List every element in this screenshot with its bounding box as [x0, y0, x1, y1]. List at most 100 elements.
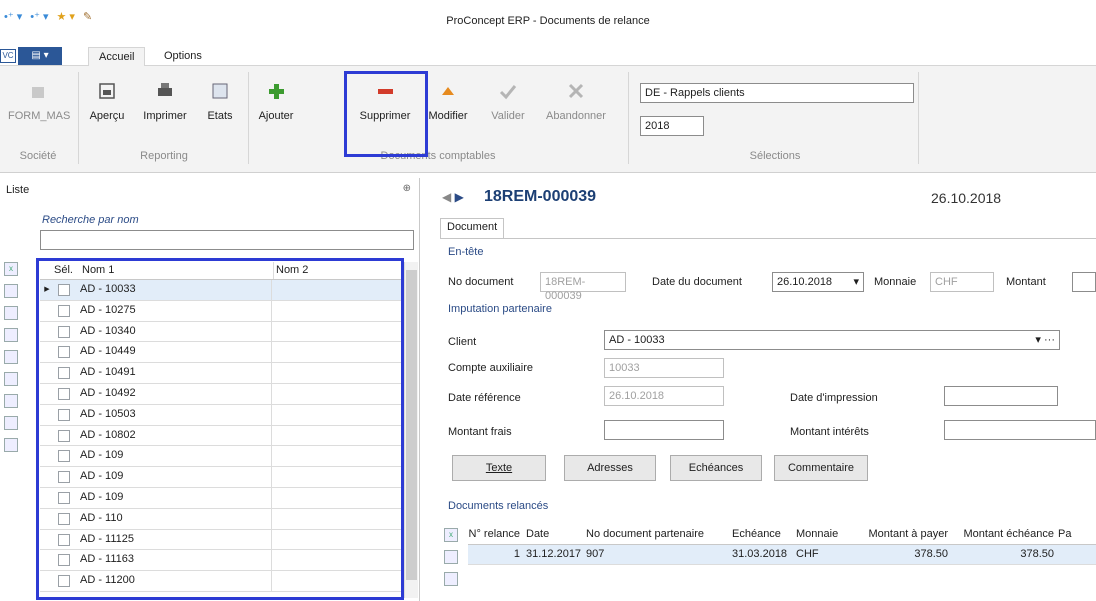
triangle-icon: [424, 80, 472, 102]
tab-document[interactable]: Document: [440, 218, 505, 238]
section-documents-relances: Documents relancés: [448, 500, 549, 512]
column-echeance[interactable]: Echéance: [728, 525, 792, 544]
no-document-label: No document: [448, 276, 514, 288]
column-date[interactable]: Date: [522, 525, 582, 544]
checkmark-icon: [486, 80, 530, 102]
form-mas-button[interactable]: FORM_MAS: [8, 80, 70, 122]
printer-icon: [136, 80, 194, 102]
montant-interets-field[interactable]: [944, 420, 1096, 440]
section-entete: En-tête: [448, 246, 484, 258]
column-no-document[interactable]: No document partenaire: [582, 525, 728, 544]
toolbar-icon[interactable]: [4, 328, 18, 342]
client-value: AD - 10033: [609, 334, 665, 346]
date-impression-field[interactable]: [944, 386, 1058, 406]
excel-icon[interactable]: x: [4, 262, 18, 276]
client-field[interactable]: AD - 10033 ▾ ···: [604, 330, 1060, 350]
tab-accueil[interactable]: Accueil: [88, 47, 146, 67]
previous-icon[interactable]: ◀: [442, 190, 451, 204]
document-date: 26.10.2018: [931, 190, 1002, 206]
dropdown-icon[interactable]: ▾: [853, 275, 859, 289]
list-toolbar: x: [4, 262, 18, 460]
report-icon: [200, 80, 240, 102]
group-selections: Sélections: [749, 150, 801, 162]
nav-arrows: ◀ ▶: [442, 190, 464, 204]
montant-label: Montant: [1006, 276, 1046, 288]
panel-title: Liste: [6, 184, 30, 196]
date-reference-field[interactable]: 26.10.2018: [604, 386, 724, 406]
modifier-button[interactable]: Modifier: [424, 80, 472, 122]
documents-table-header: N° relance Date No document partenaire E…: [468, 525, 1096, 545]
list-highlight: [36, 258, 404, 600]
toolbar-icon[interactable]: [444, 572, 458, 586]
ajouter-button[interactable]: Ajouter: [256, 80, 296, 122]
table-row[interactable]: 1 31.12.2017 907 31.03.2018 CHF 378.50 3…: [468, 545, 1096, 565]
cell-montant-echeance: 378.50: [1020, 548, 1054, 560]
plus-icon: [256, 80, 296, 102]
abandonner-button[interactable]: Abandonner: [536, 80, 616, 122]
window-title: ProConcept ERP - Documents de relance: [446, 15, 650, 27]
scroll-thumb[interactable]: [406, 270, 417, 580]
list-scrollbar[interactable]: [404, 262, 418, 598]
tab-options[interactable]: Options: [154, 47, 212, 67]
ribbon-tab-row: VC ▤ ▾ Accueil Options: [0, 44, 1096, 67]
supprimer-highlight: [344, 71, 428, 157]
column-montant-echeance[interactable]: Montant échéance: [952, 525, 1058, 544]
search-input[interactable]: [40, 230, 414, 250]
excel-icon[interactable]: x: [444, 528, 458, 542]
commentaire-button[interactable]: Commentaire: [774, 455, 868, 481]
etats-button[interactable]: Etats: [200, 80, 240, 122]
section-imputation: Imputation partenaire: [448, 303, 552, 315]
selection-type-field[interactable]: DE - Rappels clients: [640, 83, 914, 103]
group-documents: Documents comptables: [380, 150, 496, 162]
cell-monnaie: CHF: [796, 548, 819, 560]
echeances-button[interactable]: Echéances: [670, 455, 762, 481]
texte-button[interactable]: Texte: [452, 455, 546, 481]
montant-interets-label: Montant intérêts: [790, 426, 869, 438]
app-menu-button[interactable]: ▤ ▾: [18, 47, 62, 65]
imprimer-button[interactable]: Imprimer: [136, 80, 194, 122]
adresses-button[interactable]: Adresses: [564, 455, 656, 481]
close-icon: [536, 80, 616, 102]
dropdown-icon[interactable]: ▾ ···: [1035, 333, 1055, 347]
montant-field[interactable]: [1072, 272, 1096, 292]
date-reference-label: Date référence: [448, 392, 521, 404]
checkbox-icon[interactable]: [4, 394, 18, 408]
checkbox-icon[interactable]: [4, 416, 18, 430]
column-pa[interactable]: Pa: [1058, 525, 1096, 544]
column-monnaie[interactable]: Monnaie: [792, 525, 844, 544]
ribbon: FORM_MAS Société Aperçu Imprimer Etats R…: [0, 66, 1096, 173]
valider-button[interactable]: Valider: [486, 80, 530, 122]
checkbox-icon[interactable]: [4, 438, 18, 452]
montant-frais-label: Montant frais: [448, 426, 512, 438]
selection-year-field[interactable]: 2018: [640, 116, 704, 136]
monnaie-label: Monnaie: [874, 276, 917, 288]
toolbar-icon[interactable]: [4, 350, 18, 364]
compte-field[interactable]: 10033: [604, 358, 724, 378]
toolbar-icon[interactable]: [4, 306, 18, 320]
no-document-field[interactable]: 18REM-000039: [540, 272, 626, 302]
date-document-field[interactable]: 26.10.2018 ▾: [772, 272, 864, 292]
monnaie-field[interactable]: CHF: [930, 272, 994, 292]
list-panel: Liste ⊕ Recherche par nom x Sél. Nom 1 N…: [0, 178, 420, 601]
apercu-button[interactable]: Aperçu: [84, 80, 130, 122]
cell-no-document: 907: [586, 548, 605, 560]
cell-date: 31.12.2017: [526, 548, 582, 560]
building-icon: [8, 80, 68, 102]
search-label: Recherche par nom: [42, 214, 139, 226]
date-document-value: 26.10.2018: [777, 276, 833, 288]
date-document-label: Date du document: [652, 276, 742, 288]
column-montant-payer[interactable]: Montant à payer: [844, 525, 952, 544]
cell-montant-payer: 378.50: [914, 548, 948, 560]
next-icon[interactable]: ▶: [455, 190, 464, 204]
ribbon-separator: [628, 72, 629, 164]
column-relance[interactable]: N° relance: [468, 525, 522, 544]
preview-icon: [84, 80, 130, 102]
toolbar-icon[interactable]: [4, 372, 18, 386]
toolbar-icon[interactable]: [4, 284, 18, 298]
montant-frais-field[interactable]: [604, 420, 724, 440]
ribbon-separator: [248, 72, 249, 164]
toolbar-icon[interactable]: [444, 550, 458, 564]
date-impression-label: Date d'impression: [790, 392, 878, 404]
vc-icon[interactable]: VC: [0, 49, 16, 63]
pin-icon[interactable]: ⊕: [403, 183, 411, 194]
